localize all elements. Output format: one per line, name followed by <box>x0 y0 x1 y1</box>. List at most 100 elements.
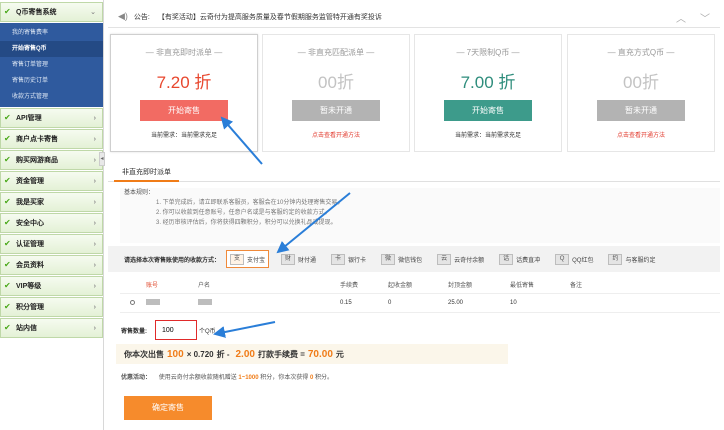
sidebar-submenu: 我的寄售费率 开始寄售Q币 寄售订单管理 寄售历史订单 收款方式管理 <box>0 23 103 107</box>
redacted-account <box>146 299 160 305</box>
sidebar-section[interactable]: ✔ 会员资料 › <box>0 255 103 275</box>
sidebar-section-label: 资金管理 <box>16 178 44 185</box>
sidebar-item-rate[interactable]: 我的寄售费率 <box>0 25 103 41</box>
sidebar-section[interactable]: ✔ 积分管理 › <box>0 297 103 317</box>
quantity-input[interactable] <box>155 320 197 340</box>
payment-method-bankcard[interactable]: 卡银行卡 <box>328 250 369 268</box>
cell-cap: 25.00 <box>448 300 464 306</box>
rule-item: 3. 经历审核评估后，你将获得四颗积分，积分可以兑换礼品或提现。 <box>156 220 337 226</box>
sidebar-section-label: 商户点卡寄售 <box>16 136 58 143</box>
wechat-icon: 微 <box>381 253 396 265</box>
check-icon: ✔ <box>4 155 11 164</box>
tab-instant-dispatch[interactable]: 非直充即时派单 <box>114 166 179 182</box>
chevron-right-icon: › <box>93 156 96 164</box>
payment-method-label: 银行卡 <box>348 257 367 264</box>
row-radio[interactable] <box>130 299 135 305</box>
sidebar-section[interactable]: ✔ VIP等级 › <box>0 276 103 296</box>
cell-min: 0 <box>388 300 392 306</box>
chevron-down-icon[interactable]: ﹀ <box>700 10 710 25</box>
card-status[interactable]: 点击查看开通方法 <box>568 130 714 139</box>
payment-method-wechat[interactable]: 微微信钱包 <box>378 250 425 268</box>
chat-icon: 约 <box>608 253 623 265</box>
sidebar-item-payment-methods[interactable]: 收款方式管理 <box>0 89 103 105</box>
card-action-button[interactable]: 开始寄售 <box>140 100 228 121</box>
payment-method-label: 云奇付余额 <box>454 257 485 264</box>
payment-method-qq[interactable]: Q QQ红包 <box>552 250 596 268</box>
col-account: 账号 <box>146 282 159 289</box>
card-status: 当前需求：当前需求充足 <box>454 133 521 139</box>
col-fee: 手续费 <box>340 282 359 289</box>
promo-range: 1~1000 <box>238 375 259 381</box>
sidebar-section[interactable]: ✔ 商户点卡寄售 › <box>0 129 103 149</box>
sidebar-section-label: 积分管理 <box>16 304 44 311</box>
col-remark: 备注 <box>570 282 583 289</box>
rules-box: 基本规则： 1. 下单完成后，请立即联系客服员，客服会在10分钟内处理寄售交易。… <box>120 188 720 243</box>
sidebar-item-history[interactable]: 寄售历史订单 <box>0 73 103 89</box>
speaker-icon: ◀) <box>118 11 128 21</box>
payment-method-bar: 请选择本次寄售账使用的收款方式： 支支付宝财财付通卡银行卡微微信钱包云云奇付余额… <box>108 246 720 272</box>
sidebar-section[interactable]: ✔ 我是买家 › <box>0 192 103 212</box>
chevron-right-icon: › <box>93 135 96 143</box>
sidebar-section[interactable]: ✔ 认证管理 › <box>0 234 103 254</box>
sidebar-section[interactable]: ✔ 站内信 › <box>0 318 103 338</box>
confirm-sale-button[interactable]: 确定寄售 <box>124 396 212 420</box>
check-icon: ✔ <box>4 260 11 269</box>
promo-label: 优惠活动： <box>121 375 152 381</box>
col-lowest: 最低寄售 <box>510 282 535 289</box>
payment-method-label: 财付通 <box>298 257 317 264</box>
quantity-row: 寄售数量: 个Q币 <box>121 320 216 340</box>
notice-label: 公告: <box>133 13 150 21</box>
payment-method-chat[interactable]: 约与客服约定 <box>605 250 658 268</box>
payment-method-label: 支付宝 <box>247 257 266 264</box>
payment-method-cloud[interactable]: 云云奇付余额 <box>434 250 487 268</box>
col-min: 起收金额 <box>388 282 413 289</box>
cloud-icon: 云 <box>437 253 452 265</box>
check-icon: ✔ <box>4 134 11 143</box>
sidebar-section[interactable]: ✔ 购买网游商品 › <box>0 150 103 170</box>
sidebar-section-qb[interactable]: ✔ Q币寄售系统 ⌄ <box>0 2 103 22</box>
notice-text[interactable]: 【有奖活动】云奇付为提高服务质量及春节假期服务监管特开通有奖投诉 <box>158 12 382 22</box>
sidebar-item-orders[interactable]: 寄售订单管理 <box>0 57 103 73</box>
payment-method-alipay[interactable]: 支支付宝 <box>226 250 270 268</box>
card-discount: 7.00 折 <box>460 73 516 92</box>
check-icon: ✔ <box>4 176 11 185</box>
calc-qty: 100 <box>167 348 184 360</box>
payment-label: 请选择本次寄售账使用的收款方式： <box>124 257 221 264</box>
card-action-button[interactable]: 暂未开通 <box>292 100 380 121</box>
card-action-button[interactable]: 暂未开通 <box>597 100 685 121</box>
card-status[interactable]: 点击查看开通方法 <box>263 130 409 139</box>
quantity-unit: 个Q币 <box>199 328 216 335</box>
sidebar-section-label: API管理 <box>16 115 42 122</box>
payment-method-label: 话费直冲 <box>516 257 541 264</box>
calc-fee: 2.00 <box>235 348 255 360</box>
chevron-right-icon: › <box>93 282 96 290</box>
card-action-button[interactable]: 开始寄售 <box>444 100 532 121</box>
card-title: — 非直充匹配派单 — <box>297 48 375 57</box>
card-title: — 非直充即时派单 — <box>145 48 223 57</box>
sidebar-section-label: 安全中心 <box>16 220 44 227</box>
payment-method-phone[interactable]: 话话费直冲 <box>496 250 543 268</box>
payment-method-tenpay[interactable]: 财财付通 <box>278 250 319 268</box>
sidebar-section[interactable]: ✔ 安全中心 › <box>0 213 103 233</box>
calc-total: 70.00 <box>307 348 333 360</box>
sidebar-collapse-toggle[interactable]: ◂ <box>99 152 105 166</box>
sidebar-section[interactable]: ✔ API管理 › <box>0 108 103 128</box>
table-row[interactable]: 0.15 0 25.00 10 <box>120 294 720 313</box>
check-icon: ✔ <box>4 302 11 311</box>
sidebar-section-label: Q币寄售系统 <box>16 9 57 16</box>
card-title: — 7天限制Q币 — <box>456 48 520 57</box>
account-table: 账号 户名 手续费 起收金额 封顶金额 最低寄售 备注 0.15 0 25.00… <box>120 275 720 313</box>
cell-lowest: 10 <box>510 300 517 306</box>
check-icon: ✔ <box>4 323 11 332</box>
promo-mid: 积分，你本次获得 <box>260 375 309 381</box>
chevron-up-icon[interactable]: ︿ <box>676 10 686 25</box>
col-cap: 封顶金额 <box>448 282 473 289</box>
sidebar-section-label: 站内信 <box>16 325 37 332</box>
card-status: 当前需求：当前需求充足 <box>150 133 217 139</box>
sidebar: ✔ Q币寄售系统 ⌄ 我的寄售费率 开始寄售Q币 寄售订单管理 寄售历史订单 收… <box>0 0 104 430</box>
sidebar-section[interactable]: ✔ 资金管理 › <box>0 171 103 191</box>
redacted-name <box>198 299 212 305</box>
sidebar-item-start-sale[interactable]: 开始寄售Q币 <box>0 41 103 57</box>
table-header: 账号 户名 手续费 起收金额 封顶金额 最低寄售 备注 <box>120 275 720 294</box>
chevron-right-icon: › <box>93 261 96 269</box>
